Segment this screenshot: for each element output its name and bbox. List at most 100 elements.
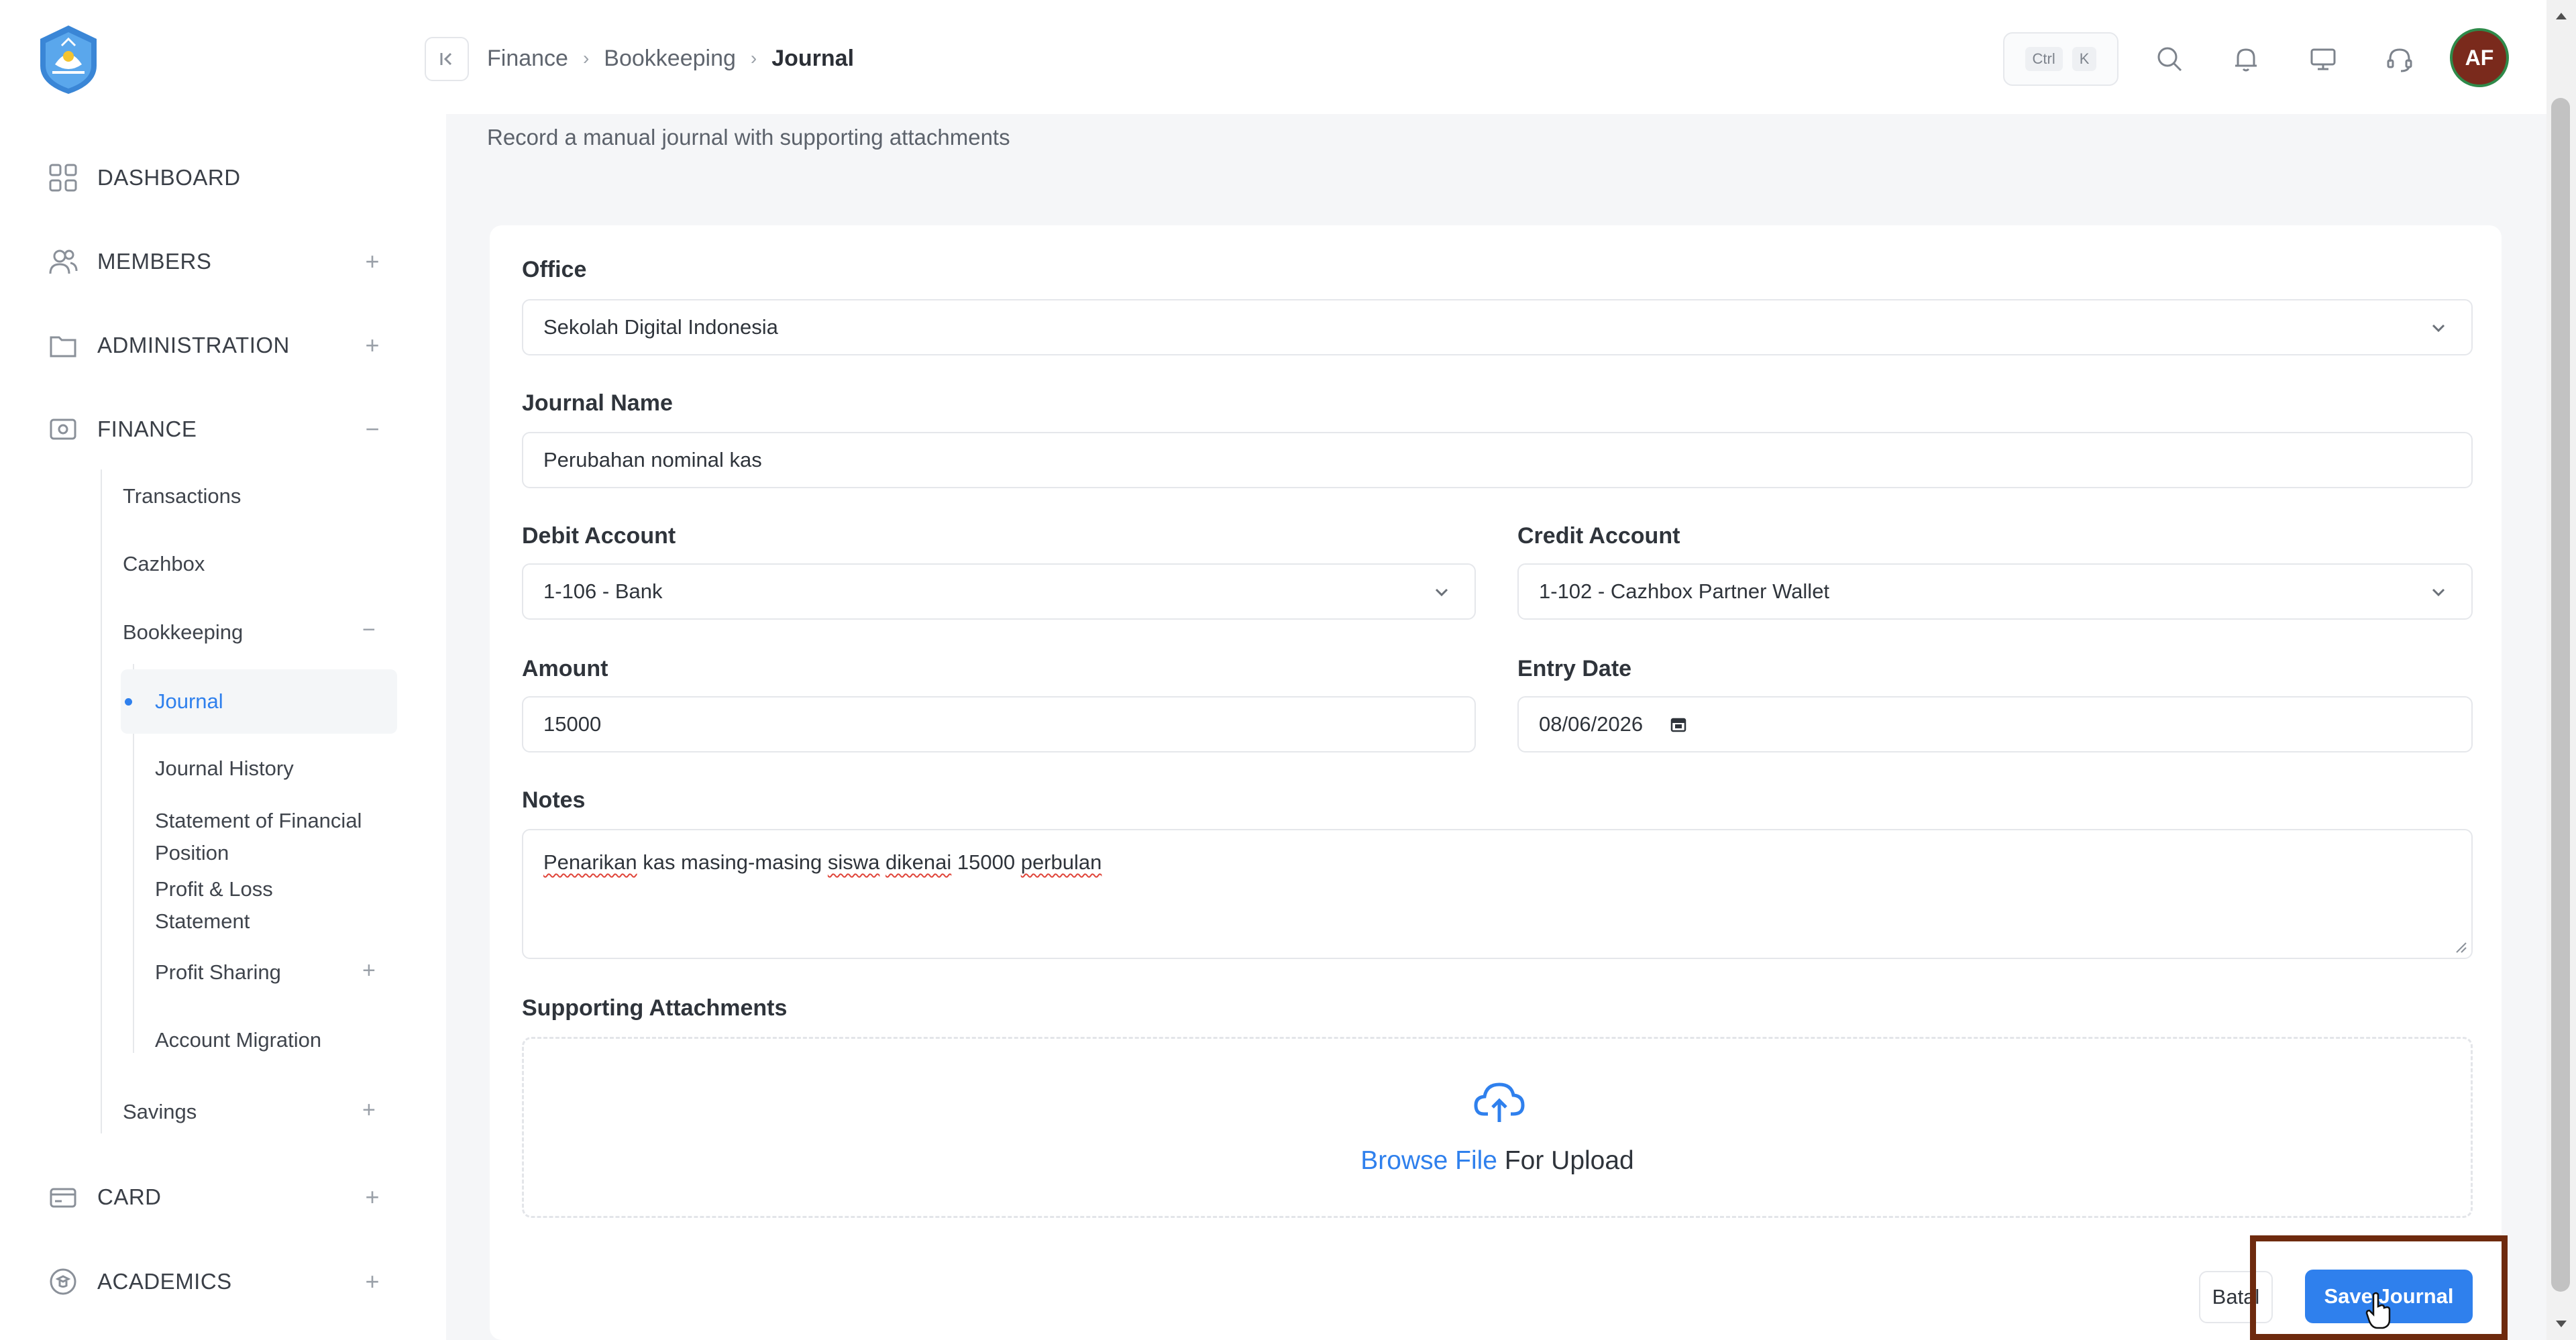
chevron-down-icon [2432, 324, 2445, 333]
chevron-right-icon: › [750, 48, 757, 68]
sidebar-item-label: Profit & Loss [155, 877, 273, 901]
journal-name-value: Perubahan nominal kas [543, 448, 762, 471]
command-palette-shortcut[interactable]: Ctrl K [2003, 32, 2118, 86]
tut-wuri-handayani-logo-icon[interactable] [35, 24, 102, 95]
journal-name-label: Journal Name [522, 390, 673, 416]
sidebar-item-cazhbox[interactable]: Cazhbox [123, 552, 405, 576]
breadcrumb: Finance › Bookkeeping › Journal [487, 42, 854, 75]
notes-text [879, 850, 885, 874]
breadcrumb-finance[interactable]: Finance [487, 46, 568, 72]
bell-icon[interactable] [2226, 39, 2266, 79]
nav-finance[interactable]: FINANCE − [0, 399, 446, 459]
sidebar-item-label: Savings [123, 1100, 197, 1123]
sidebar-item-statement-financial-position[interactable]: Statement of Financial Position [155, 805, 403, 869]
avatar[interactable]: AF [2450, 28, 2509, 87]
debit-account-label: Debit Account [522, 523, 676, 549]
expand-icon[interactable]: + [362, 1097, 376, 1123]
amount-label: Amount [522, 656, 608, 681]
nav-academics[interactable]: ACADEMICS + [0, 1251, 446, 1312]
notes-text: 15000 [951, 850, 1021, 874]
nav-administration[interactable]: ADMINISTRATION + [0, 315, 446, 376]
kbd-ctrl: Ctrl [2025, 47, 2063, 71]
nav-label: DASHBOARD [97, 165, 241, 190]
nav-label: ACADEMICS [97, 1269, 232, 1294]
breadcrumb-journal: Journal [771, 45, 855, 71]
avatar-initials: AF [2465, 45, 2494, 70]
cancel-button[interactable]: Batal [2199, 1271, 2273, 1323]
grid-icon [47, 162, 79, 194]
credit-account-select[interactable]: 1-102 - Cazhbox Partner Wallet [1517, 563, 2473, 620]
sidebar-item-profit-loss[interactable]: Profit & Loss Statement [155, 873, 403, 938]
expand-icon[interactable]: + [362, 1185, 382, 1209]
monitor-icon[interactable] [2303, 39, 2343, 79]
expand-icon[interactable]: + [362, 958, 376, 984]
sidebar-item-journal[interactable]: Journal [155, 685, 403, 718]
headset-icon[interactable] [2379, 39, 2420, 79]
collapse-sidebar-button[interactable] [425, 37, 469, 81]
calendar-icon[interactable] [1670, 716, 1687, 733]
misspelled-word: Penarikan [543, 850, 637, 874]
sidebar: DASHBOARD MEMBERS + ADMINISTRATION + FIN… [0, 0, 446, 1340]
sidebar-item-account-migration[interactable]: Account Migration [155, 1024, 403, 1056]
sidebar-item-label: Statement of Financial [155, 809, 362, 832]
debit-account-value: 1-106 - Bank [543, 579, 663, 603]
cloud-upload-icon [1474, 1082, 1525, 1122]
amount-input[interactable]: 15000 [522, 696, 1476, 752]
file-dropzone[interactable]: Browse File For Upload [522, 1037, 2473, 1218]
office-value: Sekolah Digital Indonesia [543, 315, 778, 339]
scroll-up-arrow-icon[interactable] [2553, 8, 2569, 24]
credit-account-label: Credit Account [1517, 523, 1680, 549]
expand-icon[interactable]: + [362, 333, 382, 357]
chevron-left-bar-icon [440, 52, 452, 66]
users-icon [47, 245, 79, 278]
entry-date-input[interactable]: 08/06/2026 [1517, 696, 2473, 752]
active-dot [125, 698, 132, 706]
expand-icon[interactable]: + [362, 249, 382, 274]
tree-line [101, 469, 102, 1133]
scroll-down-arrow-icon[interactable] [2553, 1316, 2569, 1332]
resize-handle-icon[interactable] [2453, 939, 2467, 954]
search-icon[interactable] [2149, 39, 2190, 79]
nav-label: ADMINISTRATION [97, 333, 290, 357]
collapse-icon[interactable]: − [362, 417, 382, 441]
misspelled-word: perbulan [1020, 850, 1102, 874]
nav-card[interactable]: CARD + [0, 1167, 446, 1227]
entry-date-label: Entry Date [1517, 656, 1632, 681]
card-icon [47, 1181, 79, 1213]
sidebar-item-transactions[interactable]: Transactions [123, 484, 405, 508]
scrollbar-thumb[interactable] [2551, 98, 2570, 1292]
entry-date-value: 08/06/2026 [1539, 712, 1644, 736]
wallet-icon [47, 413, 79, 445]
nav-dashboard[interactable]: DASHBOARD [0, 148, 446, 208]
sidebar-item-label: Statement [155, 909, 250, 933]
chevron-right-icon: › [582, 48, 590, 68]
notes-textarea[interactable]: Penarikan kas masing-masing siswa dikena… [522, 829, 2473, 959]
attachments-label: Supporting Attachments [522, 995, 788, 1021]
upload-text: Browse File For Upload [524, 1146, 2471, 1176]
expand-icon[interactable]: + [362, 1270, 382, 1294]
credit-account-value: 1-102 - Cazhbox Partner Wallet [1539, 579, 1830, 603]
sidebar-item-label: Position [155, 841, 229, 864]
browse-file-link[interactable]: Browse File [1360, 1146, 1497, 1175]
notes-text: kas masing-masing [637, 850, 828, 874]
hand-cursor-icon [2365, 1292, 2391, 1329]
page-subtitle: Record a manual journal with supporting … [487, 125, 1010, 150]
notes-label: Notes [522, 787, 586, 813]
nav-label: FINANCE [97, 416, 197, 441]
misspelled-word: dikenai [885, 850, 952, 874]
misspelled-word: siswa [827, 850, 880, 874]
journal-name-input[interactable]: Perubahan nominal kas [522, 432, 2473, 488]
nav-label: MEMBERS [97, 249, 212, 274]
nav-label: CARD [97, 1184, 162, 1209]
collapse-icon[interactable]: − [362, 617, 376, 643]
debit-account-select[interactable]: 1-106 - Bank [522, 563, 1476, 620]
chevron-down-icon [1435, 588, 1448, 597]
kbd-k: K [2072, 47, 2097, 71]
academics-icon [47, 1266, 79, 1298]
sidebar-item-label: Bookkeeping [123, 620, 244, 644]
office-select[interactable]: Sekolah Digital Indonesia [522, 299, 2473, 355]
nav-members[interactable]: MEMBERS + [0, 231, 446, 292]
breadcrumb-bookkeeping[interactable]: Bookkeeping [604, 46, 736, 72]
office-label: Office [522, 257, 587, 282]
sidebar-item-journal-history[interactable]: Journal History [155, 752, 403, 785]
